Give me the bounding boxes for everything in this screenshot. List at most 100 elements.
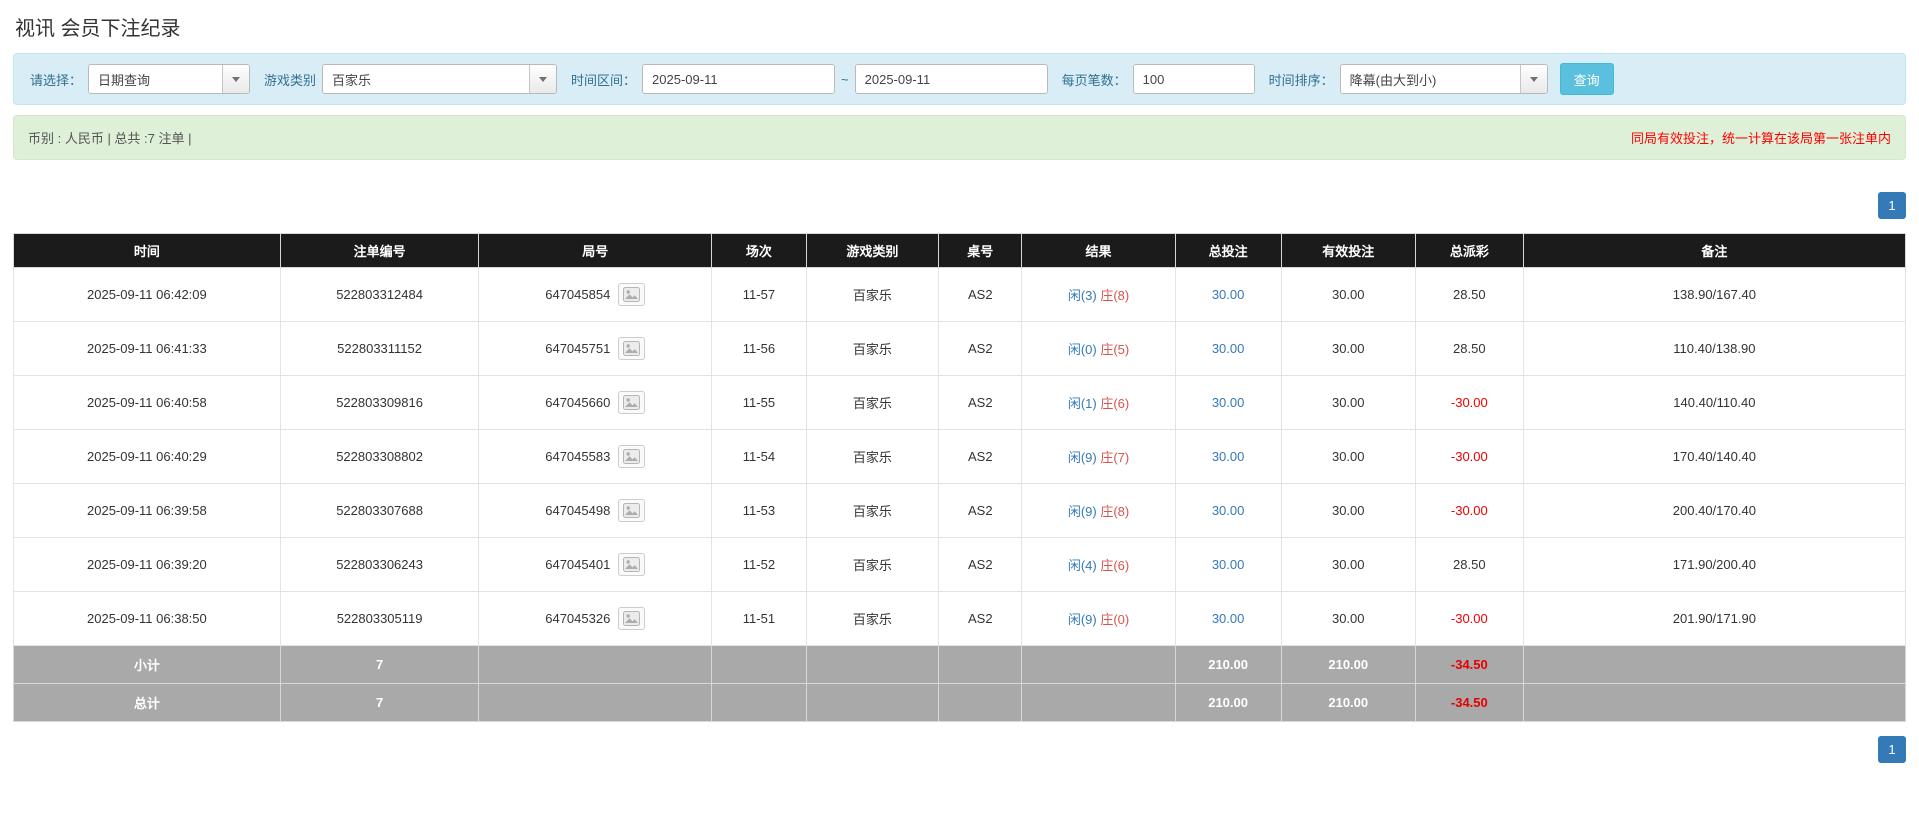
total-bet-link[interactable]: 30.00 <box>1212 557 1245 572</box>
cell-bet-id: 522803309816 <box>279 375 480 430</box>
replay-image-icon <box>623 395 641 410</box>
round-detail-icon[interactable] <box>618 445 646 468</box>
cell-valid-bet: 30.00 <box>1280 429 1416 484</box>
cell-time: 2025-09-11 06:39:20 <box>13 537 281 592</box>
sort-order-label: 时间排序： <box>1268 72 1334 88</box>
summary-bar: 币别 : 人民币 | 总共 :7 注单 | 同局有效投注，统一计算在该局第一张注… <box>13 115 1906 160</box>
chevron-down-icon <box>232 76 241 82</box>
header-game-type: 游戏类别 <box>805 233 940 268</box>
page-size-label: 每页笔数： <box>1061 72 1127 88</box>
cell-note: 110.40/138.90 <box>1522 321 1907 376</box>
page: 视讯 会员下注纪录 请选择： 日期查询 游戏类别 百家乐 时间区间： ~ 每页笔… <box>0 0 1919 763</box>
search-button[interactable]: 查询 <box>1559 63 1614 95</box>
header-valid-bet: 有效投注 <box>1280 233 1416 268</box>
sort-order-select[interactable]: 降幕(由大到小) <box>1339 64 1548 94</box>
cell-note: 138.90/167.40 <box>1522 267 1907 322</box>
round-number: 647045326 <box>545 611 611 626</box>
summary-note: 同局有效投注，统一计算在该局第一张注单内 <box>1630 131 1891 146</box>
cell-valid-bet: 30.00 <box>1280 267 1416 322</box>
result-player: 闲(1) <box>1067 396 1097 411</box>
result-banker: 庄(7) <box>1100 450 1130 465</box>
sort-order-value: 降幕(由大到小) <box>1340 65 1520 93</box>
cell-session: 11-55 <box>711 375 807 430</box>
round-detail-icon[interactable] <box>618 553 646 576</box>
table-footer: 小计 7 210.00 210.00 -34.50 总计 7 210.00 21… <box>13 645 1907 722</box>
date-to-input[interactable] <box>855 65 1047 93</box>
cell-payout: -30.00 <box>1414 483 1524 538</box>
replay-image-icon <box>623 611 641 626</box>
subtotal-label: 小计 <box>13 645 281 684</box>
header-payout: 总派彩 <box>1414 233 1524 268</box>
total-bet-link[interactable]: 30.00 <box>1212 395 1245 410</box>
game-type-select[interactable]: 百家乐 <box>322 64 558 94</box>
round-detail-icon[interactable] <box>618 337 646 360</box>
query-type-label: 请选择： <box>30 72 83 88</box>
total-bet-link[interactable]: 30.00 <box>1212 341 1245 356</box>
cell-valid-bet: 30.00 <box>1280 321 1416 376</box>
cell-note: 170.40/140.40 <box>1522 429 1907 484</box>
cell-table-number: AS2 <box>938 429 1023 484</box>
table-row: 2025-09-11 06:39:20 522803306243 647045401… <box>13 537 1907 592</box>
cell-time: 2025-09-11 06:42:09 <box>13 267 281 322</box>
cell-payout: 28.50 <box>1414 321 1524 376</box>
cell-result: 闲(9) 庄(0) <box>1021 591 1176 646</box>
page-size-select[interactable] <box>1132 64 1255 94</box>
total-bet-link[interactable]: 30.00 <box>1212 287 1245 302</box>
replay-image-icon <box>623 287 641 302</box>
round-number: 647045854 <box>545 287 611 302</box>
pagination-page-button[interactable]: 1 <box>1878 192 1906 219</box>
cell-payout: 28.50 <box>1414 537 1524 592</box>
total-bet-link[interactable]: 30.00 <box>1212 611 1245 626</box>
cell-bet-id: 522803312484 <box>279 267 480 322</box>
round-detail-icon[interactable] <box>618 283 646 306</box>
result-banker: 庄(6) <box>1100 396 1130 411</box>
total-bet-link[interactable]: 30.00 <box>1212 449 1245 464</box>
cell-session: 11-57 <box>711 267 807 322</box>
pagination-top: 1 <box>13 192 1906 219</box>
date-from-input[interactable] <box>643 65 835 93</box>
header-note: 备注 <box>1522 233 1907 268</box>
subtotal-total-bet: 210.00 <box>1174 645 1282 684</box>
table-row: 2025-09-11 06:40:58 522803309816 647045660… <box>13 375 1907 430</box>
date-from-picker[interactable] <box>642 64 836 94</box>
cell-total-bet: 30.00 <box>1174 429 1282 484</box>
pagination-page-button[interactable]: 1 <box>1878 736 1906 763</box>
replay-image-icon <box>623 341 641 356</box>
header-table-number: 桌号 <box>938 233 1023 268</box>
table-body: 2025-09-11 06:42:09 522803312484 647045854… <box>13 267 1907 646</box>
sort-order-dropdown-button[interactable] <box>1519 65 1547 93</box>
total-valid-bet: 210.00 <box>1280 683 1416 722</box>
round-detail-icon[interactable] <box>618 499 646 522</box>
cell-payout: -30.00 <box>1414 375 1524 430</box>
chevron-down-icon <box>1529 76 1538 82</box>
cell-session: 11-52 <box>711 537 807 592</box>
cell-total-bet: 30.00 <box>1174 537 1282 592</box>
cell-game-type: 百家乐 <box>805 429 940 484</box>
game-type-label: 游戏类别 <box>264 72 317 88</box>
replay-image-icon <box>623 503 641 518</box>
round-number: 647045498 <box>545 503 611 518</box>
result-banker: 庄(8) <box>1100 288 1130 303</box>
cell-result: 闲(3) 庄(8) <box>1021 267 1176 322</box>
date-to-picker[interactable] <box>854 64 1048 94</box>
cell-total-bet: 30.00 <box>1174 321 1282 376</box>
total-bet-link[interactable]: 30.00 <box>1212 503 1245 518</box>
query-type-select[interactable]: 日期查询 <box>88 64 251 94</box>
game-type-value: 百家乐 <box>323 65 530 93</box>
cell-bet-id: 522803311152 <box>279 321 480 376</box>
table-row: 2025-09-11 06:38:50 522803305119 647045326… <box>13 591 1907 646</box>
cell-result: 闲(4) 庄(6) <box>1021 537 1176 592</box>
round-detail-icon[interactable] <box>618 391 646 414</box>
cell-session: 11-54 <box>711 429 807 484</box>
round-number: 647045401 <box>545 557 611 572</box>
total-payout: -34.50 <box>1414 683 1524 722</box>
round-detail-icon[interactable] <box>618 607 646 630</box>
table-row: 2025-09-11 06:41:33 522803311152 647045751… <box>13 321 1907 376</box>
cell-round: 647045751 <box>478 321 713 376</box>
query-type-dropdown-button[interactable] <box>222 65 250 93</box>
game-type-dropdown-button[interactable] <box>529 65 557 93</box>
header-session: 场次 <box>711 233 807 268</box>
page-size-input[interactable] <box>1133 65 1254 93</box>
table-row: 2025-09-11 06:42:09 522803312484 647045854… <box>13 267 1907 322</box>
cell-valid-bet: 30.00 <box>1280 591 1416 646</box>
